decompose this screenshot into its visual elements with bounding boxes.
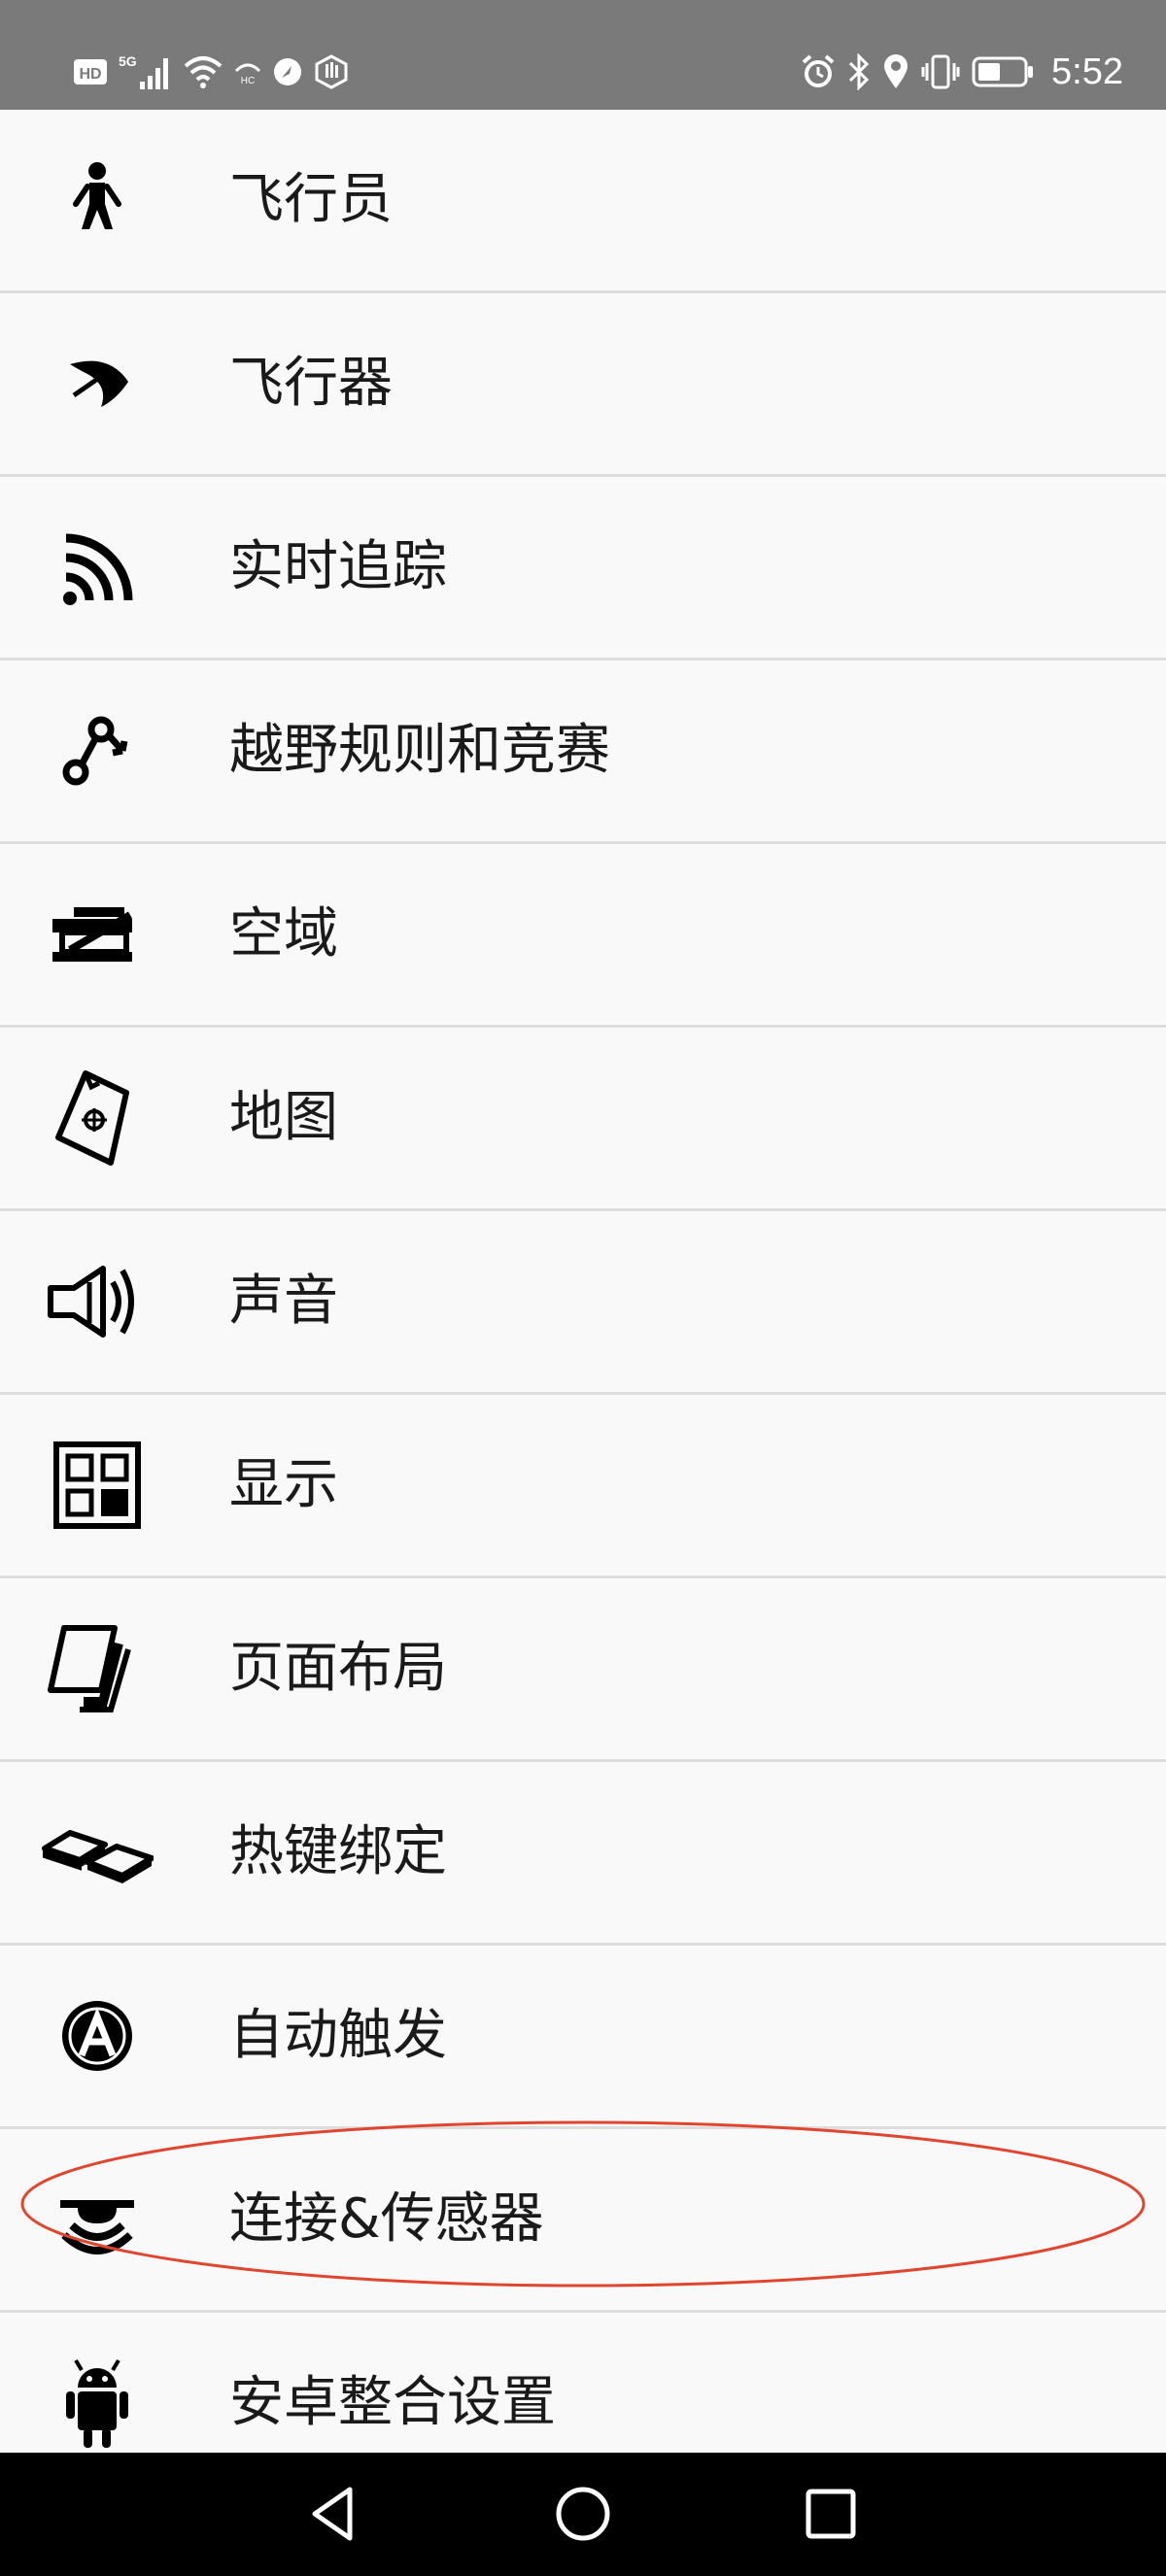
menu-item-label: 飞行员 [229, 168, 393, 231]
glider-icon [41, 335, 154, 432]
map-icon [41, 1069, 154, 1167]
navigation-bar [0, 2453, 1166, 2576]
wifi-icon [184, 56, 223, 88]
live-tracking-icon [41, 519, 154, 616]
battery-icon [972, 56, 1034, 87]
home-icon[interactable] [549, 2480, 617, 2548]
keys-icon [41, 1804, 154, 1901]
hand-icon [315, 54, 348, 89]
menu-item-label: 页面布局 [229, 1637, 447, 1700]
menu-item-display[interactable]: 显示 [0, 1395, 1166, 1578]
vibrate-icon [921, 54, 960, 89]
auto-trigger-icon [41, 1987, 154, 2085]
menu-item-label: 越野规则和竞赛 [229, 719, 610, 782]
airspace-icon [41, 886, 154, 983]
svg-text:HD: HD [79, 66, 101, 83]
svg-text:HC: HC [241, 76, 255, 86]
menu-item-label: 地图 [229, 1086, 338, 1149]
alarm-icon [802, 54, 835, 87]
menu-item-airspace[interactable]: 空域 [0, 844, 1166, 1028]
hotspot-icon: HC [234, 63, 261, 86]
5g-signal-icon: 5G [119, 53, 168, 89]
menu-item-label: 显示 [229, 1453, 338, 1516]
android-icon [41, 2355, 154, 2452]
menu-item-auto-trigger[interactable]: 自动触发 [0, 1946, 1166, 2129]
menu-item-map[interactable]: 地图 [0, 1028, 1166, 1211]
bluetooth-icon [848, 53, 870, 90]
display-grid-icon [41, 1437, 154, 1534]
pilot-icon [41, 152, 154, 249]
menu-item-label: 自动触发 [229, 2004, 447, 2067]
menu-item-pilot[interactable]: 飞行员 [0, 110, 1166, 293]
menu-item-devices[interactable]: 连接&传感器 [0, 2129, 1166, 2313]
svg-text:5G: 5G [119, 53, 137, 69]
status-left-icons: HD 5G HC [74, 49, 350, 95]
hd-icon: HD [74, 59, 107, 85]
back-icon[interactable] [301, 2480, 369, 2548]
status-bar: HD 5G HC 5:52 [0, 0, 1166, 110]
menu-item-glider[interactable]: 飞行器 [0, 293, 1166, 477]
sensor-icon [41, 2171, 154, 2268]
menu-item-page-layout[interactable]: 页面布局 [0, 1578, 1166, 1762]
speaker-icon [41, 1253, 154, 1350]
settings-menu: 飞行员 飞行器 实时追踪 越野规则和竞赛 空域 地图 声音 显示 页面布局 热键… [0, 110, 1166, 2496]
recents-icon[interactable] [797, 2480, 865, 2548]
pages-icon [41, 1620, 154, 1717]
menu-item-task-rules[interactable]: 越野规则和竞赛 [0, 661, 1166, 844]
menu-item-hotkeys[interactable]: 热键绑定 [0, 1762, 1166, 1946]
menu-item-label: 空域 [229, 902, 338, 966]
route-icon [41, 702, 154, 799]
location-icon [884, 54, 909, 88]
browser-icon [274, 58, 301, 85]
menu-item-label: 飞行器 [229, 352, 393, 415]
menu-item-label: 连接&传感器 [229, 2187, 544, 2251]
menu-item-live-tracking[interactable]: 实时追踪 [0, 477, 1166, 661]
menu-item-label: 实时追踪 [229, 535, 447, 598]
menu-item-sound[interactable]: 声音 [0, 1211, 1166, 1395]
status-right-icons: 5:52 [801, 49, 1123, 95]
menu-item-label: 热键绑定 [229, 1820, 447, 1883]
menu-item-label: 声音 [229, 1270, 338, 1333]
status-time: 5:52 [1051, 51, 1123, 92]
